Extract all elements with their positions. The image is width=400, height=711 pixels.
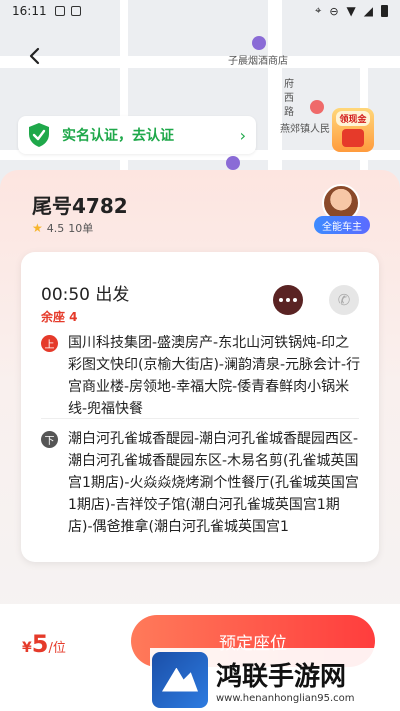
- chat-button[interactable]: [273, 285, 303, 315]
- driver-badge: 全能车主: [314, 216, 370, 234]
- driver-avatar-group[interactable]: 全能车主: [314, 184, 370, 236]
- seat-price: ¥ 5 /位: [22, 630, 66, 658]
- dropoff-stops: 下 潮白河孔雀城香醍园-潮白河孔雀城香醍园西区-潮白河孔雀城香醍园东区-木易名剪…: [41, 428, 361, 538]
- chevron-right-icon: ›: [239, 125, 246, 145]
- map-poi-icon: [226, 156, 240, 170]
- rating-score: 4.5: [46, 221, 65, 235]
- chevron-left-icon: [29, 47, 40, 65]
- shield-check-icon: [29, 123, 49, 147]
- dropoff-tag: 下: [41, 431, 58, 448]
- verify-banner-label: 实名认证，去认证: [62, 128, 174, 144]
- signal-icon: ◢: [363, 4, 373, 18]
- back-button[interactable]: [20, 42, 48, 70]
- cash-reward-badge[interactable]: 领现金: [332, 108, 374, 152]
- minus-circle-icon: ⊖: [329, 4, 339, 18]
- real-name-verify-banner[interactable]: 实名认证，去认证 ›: [18, 116, 256, 154]
- watermark-logo-icon: [152, 651, 208, 708]
- pickup-stops-text: 国川科技集团-盛澳房产-东北山河铁锅炖-印之彩图文快印(京榆大街店)-澜韵清泉-…: [68, 335, 361, 417]
- map-poi-icon: [310, 100, 324, 114]
- driver-plate: 尾号4782: [32, 194, 128, 218]
- star-icon: ★: [32, 221, 43, 235]
- phone-icon: ✆: [337, 291, 351, 309]
- watermark-url: www.henanhonglian95.com: [216, 692, 355, 704]
- map-poi-label: 子晨烟酒商店: [228, 56, 288, 67]
- notification-icon: [70, 6, 81, 16]
- map-road-label: 府西路: [284, 79, 294, 118]
- map-poi-icon: [252, 36, 266, 50]
- pickup-stops: 上 国川科技集团-盛澳房产-东北山河铁锅炖-印之彩图文快印(京榆大街店)-澜韵清…: [41, 332, 361, 420]
- status-time: 16:11: [12, 4, 47, 18]
- wifi-icon: ▼: [346, 4, 356, 18]
- divider: [41, 418, 359, 419]
- driver-rating: ★ 4.5 10单: [32, 220, 93, 236]
- watermark: 鸿联手游网 www.henanhonglian95.com: [150, 648, 400, 711]
- location-icon: ⌖: [315, 4, 322, 17]
- cash-reward-label: 领现金: [336, 111, 370, 126]
- map-poi-label: 燕郊镇人民: [280, 124, 330, 135]
- battery-icon: [381, 5, 388, 17]
- price-value: 5: [31, 630, 49, 658]
- chat-icon: [279, 298, 283, 302]
- map-road: [0, 56, 400, 68]
- order-count: 10单: [68, 222, 94, 235]
- pickup-tag: 上: [41, 335, 58, 352]
- dropoff-stops-text: 潮白河孔雀城香醍园-潮白河孔雀城香醍园西区-潮白河孔雀城香醍园东区-木易名剪(孔…: [68, 431, 359, 535]
- trip-card: 00:50 出发 余座 4 ✆ 上 国川科技集团-盛澳房产-东北山河铁锅炖-印之…: [21, 252, 379, 562]
- watermark-title: 鸿联手游网: [216, 661, 347, 692]
- departure-time: 00:50 出发: [41, 285, 130, 305]
- notification-icon: [54, 6, 65, 16]
- status-bar: 16:11 ⌖ ⊖ ▼ ◢: [0, 0, 400, 22]
- call-button[interactable]: ✆: [329, 285, 359, 315]
- price-unit: /位: [48, 641, 66, 656]
- red-envelope-icon: [342, 129, 364, 147]
- seats-remaining: 余座 4: [41, 310, 78, 324]
- price-currency: ¥: [22, 640, 32, 656]
